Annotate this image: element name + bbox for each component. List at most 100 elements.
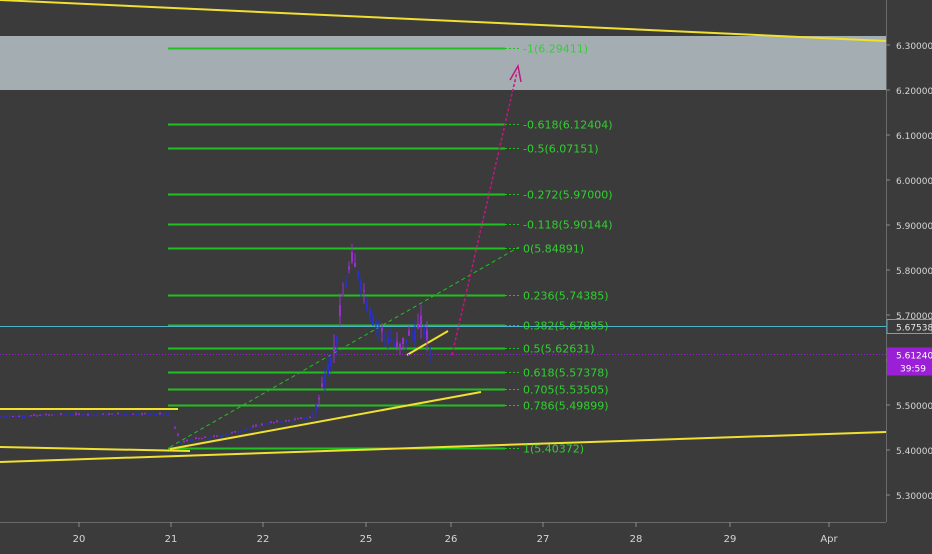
- candle-body: [0, 416, 2, 418]
- candle-body: [402, 338, 404, 344]
- candle-body: [231, 432, 233, 434]
- candle-body: [249, 428, 251, 430]
- candle-body: [105, 414, 107, 416]
- candle-body: [384, 334, 386, 336]
- candle-body: [213, 435, 215, 437]
- price-chart[interactable]: -1(6.29411) -0.618(6.12404) -0.5(6.07151) -…: [0, 0, 932, 550]
- candle-body: [276, 420, 278, 423]
- candle-body: [351, 251, 353, 263]
- candle-body: [72, 414, 74, 416]
- fib-label: -1(6.29411): [523, 43, 588, 56]
- resistance-zone[interactable]: [0, 36, 886, 90]
- candle-body: [393, 344, 395, 346]
- time-axis-background[interactable]: [0, 522, 932, 550]
- candle-body: [285, 420, 287, 422]
- candle-body: [267, 423, 269, 425]
- time-tick-label: 26: [445, 534, 458, 545]
- time-tick-label: Apr: [820, 534, 838, 545]
- candle-body: [288, 420, 290, 422]
- price-labels-group: 5.67538 5.61240 39:59: [886, 319, 932, 376]
- candle-body: [372, 316, 374, 325]
- candle-body: [219, 435, 221, 437]
- candle-body: [363, 290, 365, 292]
- candle-body: [9, 416, 11, 418]
- candle-body: [147, 414, 149, 416]
- candle-body: [150, 414, 152, 416]
- candle-body: [198, 438, 200, 440]
- time-tick-label: 29: [724, 534, 737, 545]
- candle-body: [48, 414, 50, 416]
- time-tick-label: 20: [73, 534, 86, 545]
- candle-body: [348, 266, 350, 270]
- candle-body: [225, 434, 227, 436]
- candle-body: [417, 323, 419, 329]
- candle-body: [294, 419, 296, 421]
- candle-body: [321, 383, 323, 387]
- candle-body: [228, 433, 230, 435]
- candle-body: [360, 280, 362, 291]
- candle-body: [177, 433, 179, 436]
- candle-body: [387, 337, 389, 344]
- candle-body: [171, 421, 173, 423]
- candle-body: [96, 414, 98, 416]
- candle-body: [159, 413, 161, 415]
- candle-body: [207, 437, 209, 439]
- candle-body: [366, 301, 368, 311]
- candle-body: [39, 414, 41, 416]
- candle-body: [222, 435, 224, 437]
- candle-body: [318, 397, 320, 400]
- candle-body: [279, 421, 281, 423]
- candle-body: [390, 340, 392, 342]
- candle-body: [210, 437, 212, 439]
- candle-body: [261, 423, 263, 425]
- candle-body: [345, 282, 347, 288]
- candle-body: [324, 374, 326, 386]
- candle-body: [81, 414, 83, 416]
- candle-body: [54, 414, 56, 416]
- candle-body: [24, 416, 26, 418]
- candle-body: [93, 414, 95, 416]
- candle-body: [132, 413, 134, 415]
- candle-body: [27, 416, 29, 418]
- candle-body: [408, 330, 410, 336]
- candle-body: [63, 414, 65, 416]
- last-price-text: 5.67538: [896, 324, 932, 334]
- chart-root[interactable]: -1(6.29411) -0.618(6.12404) -0.5(6.07151) -…: [0, 0, 932, 550]
- candle-body: [243, 429, 245, 432]
- candle-body: [30, 415, 32, 417]
- fib-label: 0.382(5.67885): [523, 320, 609, 333]
- candle-body: [357, 271, 359, 278]
- fib-label: -0.118(5.90144): [523, 219, 613, 232]
- candle-body: [195, 437, 197, 440]
- candle-body: [141, 413, 143, 415]
- candle-body: [36, 415, 38, 417]
- candle-body: [420, 315, 422, 327]
- candle-body: [87, 413, 89, 415]
- price-tick-label: 6.10000: [896, 132, 932, 142]
- candle-body: [216, 435, 218, 437]
- candle-body: [84, 414, 86, 416]
- candle-body: [126, 414, 128, 416]
- fib-label: 0.618(5.57378): [523, 367, 609, 380]
- price-tick-label: 5.30000: [896, 492, 932, 502]
- candle-body: [306, 417, 308, 419]
- candle-body: [234, 431, 236, 433]
- price-tick-label: 5.90000: [896, 222, 932, 232]
- candle-body: [300, 417, 302, 419]
- candle-body: [429, 350, 431, 353]
- candle-body: [144, 413, 146, 415]
- price-tick-label: 5.80000: [896, 267, 932, 277]
- price-axis-background[interactable]: [886, 0, 932, 522]
- candle-body: [111, 413, 113, 415]
- price-tick-label: 5.50000: [896, 402, 932, 412]
- candle-body: [192, 439, 194, 441]
- candle-body: [102, 413, 104, 415]
- candle-body: [201, 438, 203, 440]
- candle-body: [99, 414, 101, 416]
- candle-body: [327, 363, 329, 375]
- candle-body: [297, 418, 299, 420]
- candle-body: [180, 442, 182, 444]
- candle-body: [156, 414, 158, 416]
- fib-label: -0.618(6.12404): [523, 119, 613, 132]
- candle-body: [369, 308, 371, 317]
